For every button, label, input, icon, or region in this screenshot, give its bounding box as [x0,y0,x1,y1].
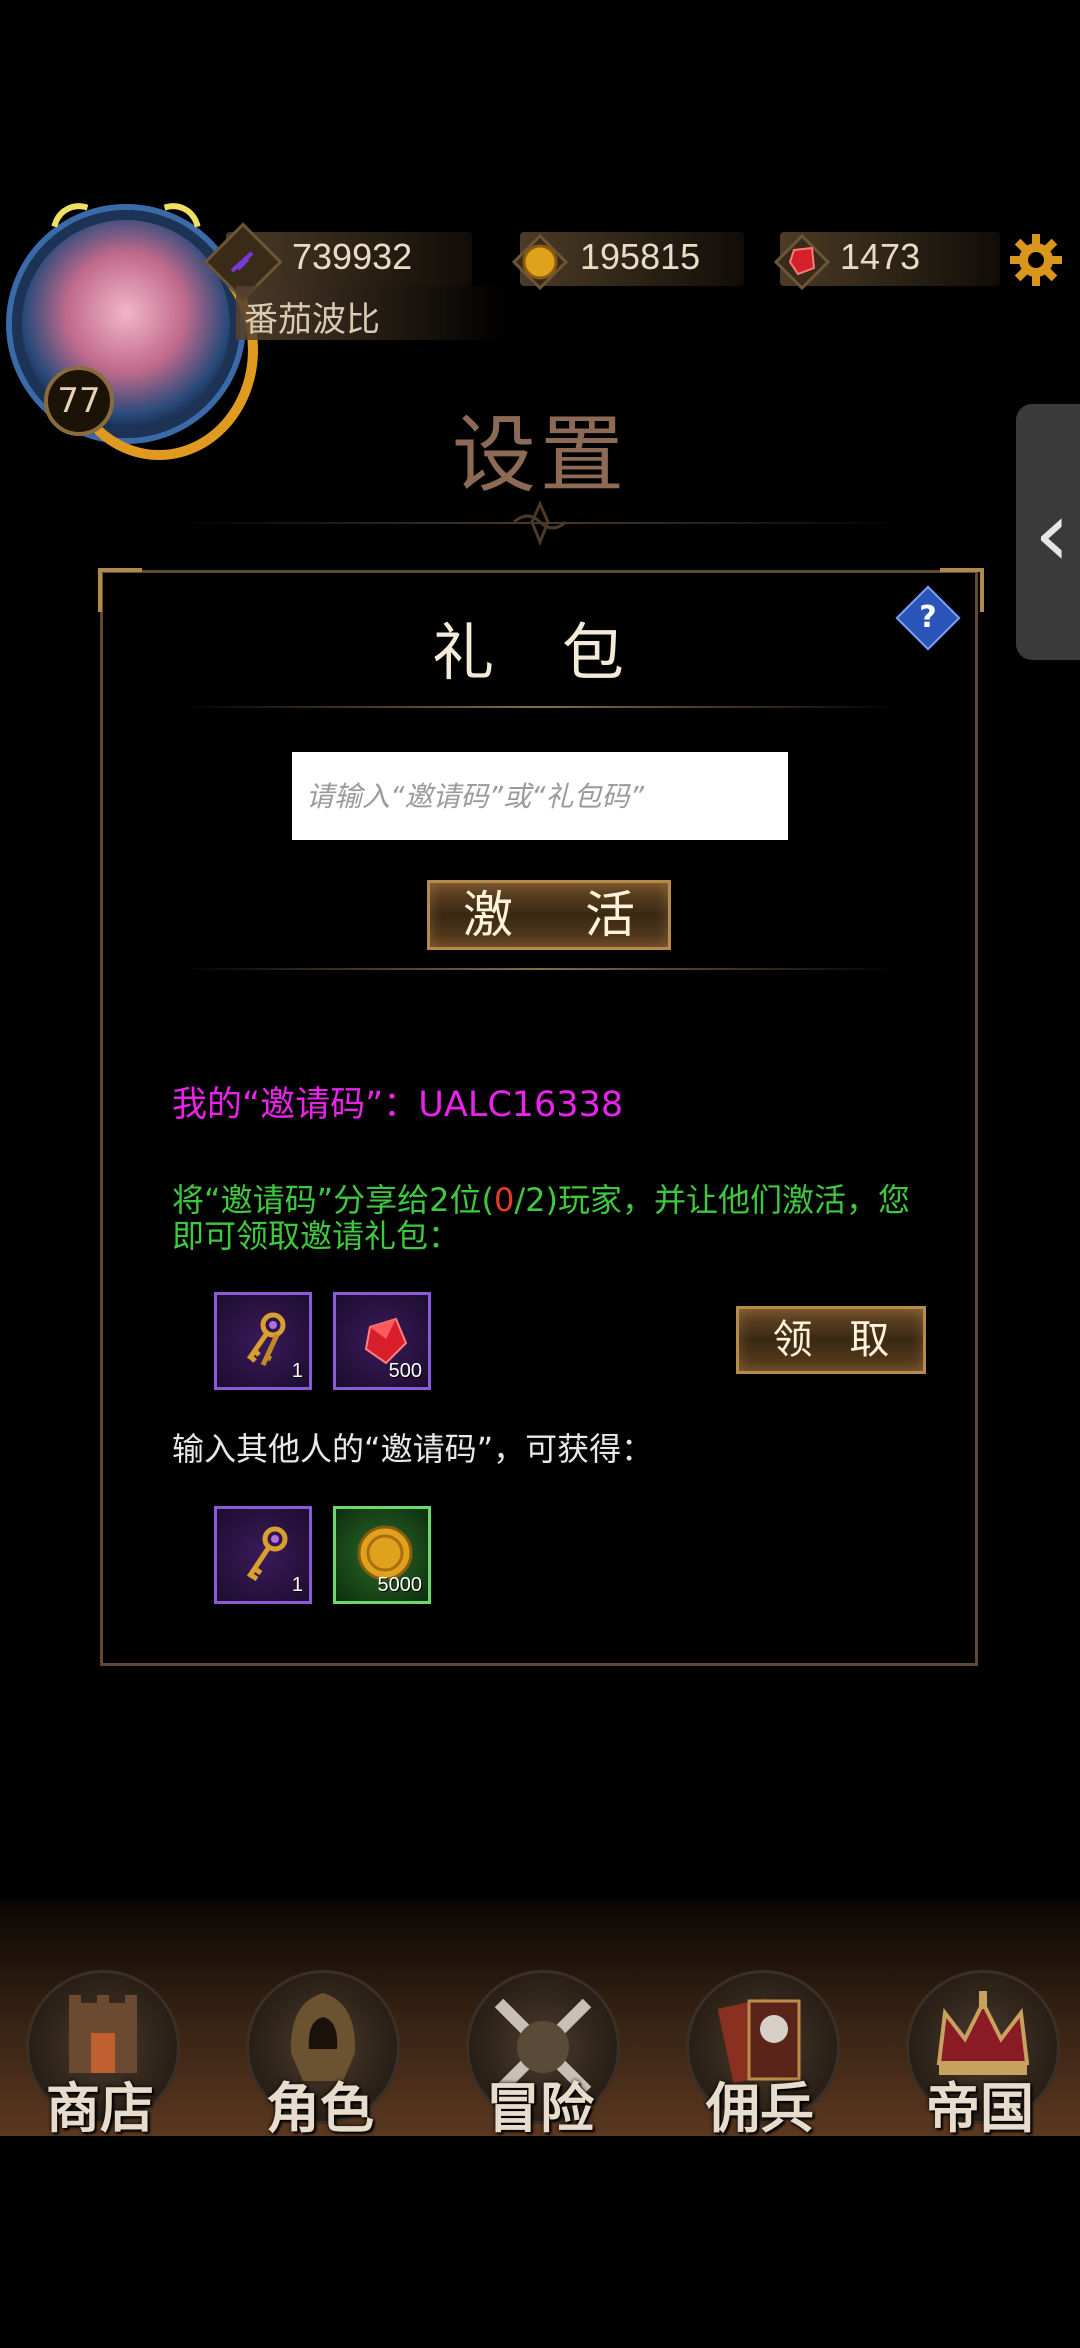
ornament-icon [510,500,570,547]
reward-item[interactable]: 5000 [333,1506,431,1604]
gear-icon[interactable] [1008,232,1064,288]
reward-qty: 1 [291,1360,303,1382]
gold-coin-icon [511,233,569,291]
reward-item[interactable]: 500 [333,1292,431,1390]
my-invite-code: 我的“邀请码”：UALC16338 [172,1085,624,1125]
nav-label-mercenary[interactable]: 佣兵 [680,2064,840,2143]
gold-value: 195815 [580,236,701,277]
reward-item[interactable]: 1 [214,1506,312,1604]
reward-qty: 500 [388,1360,422,1382]
share-description: 将“邀请码”分享给2位(0/2)玩家，并让他们激活，您即可领取邀请礼包： [172,1182,912,1254]
player-name: 番茄波比 [244,300,380,340]
page-title: 设置 [451,406,628,504]
reward-item[interactable]: 1 [214,1292,312,1390]
reward-qty: 1 [291,1574,303,1596]
question-icon: ? [919,600,937,635]
reward-qty: 5000 [377,1574,423,1596]
invite-progress-count: 0 [494,1181,515,1219]
gems-value: 1473 [840,236,921,277]
divider [180,706,900,708]
power-value: 739932 [292,236,413,277]
share-desc-text: 将“邀请码”分享给2位( [172,1181,495,1219]
nav-label-empire[interactable]: 帝国 [900,2064,1060,2143]
divider [180,968,900,970]
nav-label-character[interactable]: 角色 [240,2064,400,2143]
claim-button[interactable]: 领 取 [736,1306,926,1374]
other-code-description: 输入其他人的“邀请码”，可获得： [172,1430,654,1468]
nav-label-shop[interactable]: 商店 [20,2064,180,2143]
activate-button[interactable]: 激 活 [427,880,671,950]
nav-label-adventure[interactable]: 冒险 [460,2064,620,2143]
keys-icon [246,1312,286,1367]
code-input[interactable] [292,752,788,840]
red-gem-icon [773,233,831,291]
key-icon [246,1526,288,1582]
